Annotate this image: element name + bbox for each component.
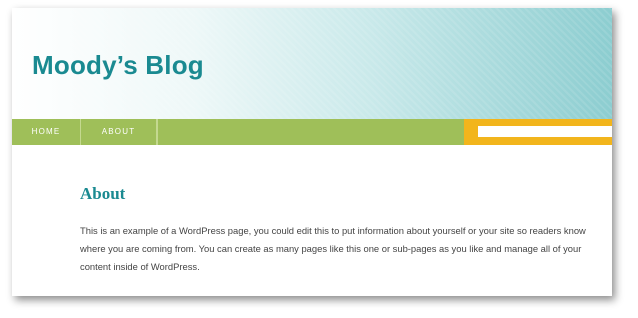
search-box: [464, 119, 612, 145]
page-content: About This is an example of a WordPress …: [80, 184, 605, 276]
torn-edge-decoration: [12, 283, 612, 296]
screenshot-frame: Moody’s Blog HOME ABOUT About This is an…: [12, 8, 612, 296]
page-body-text: This is an example of a WordPress page, …: [80, 225, 586, 272]
nav-about-link[interactable]: ABOUT: [81, 119, 157, 145]
nav-home-link[interactable]: HOME: [12, 119, 81, 145]
search-input[interactable]: [478, 126, 612, 137]
site-title[interactable]: Moody’s Blog: [32, 50, 204, 81]
page-title: About: [80, 184, 126, 203]
nav-divider: [157, 119, 158, 145]
